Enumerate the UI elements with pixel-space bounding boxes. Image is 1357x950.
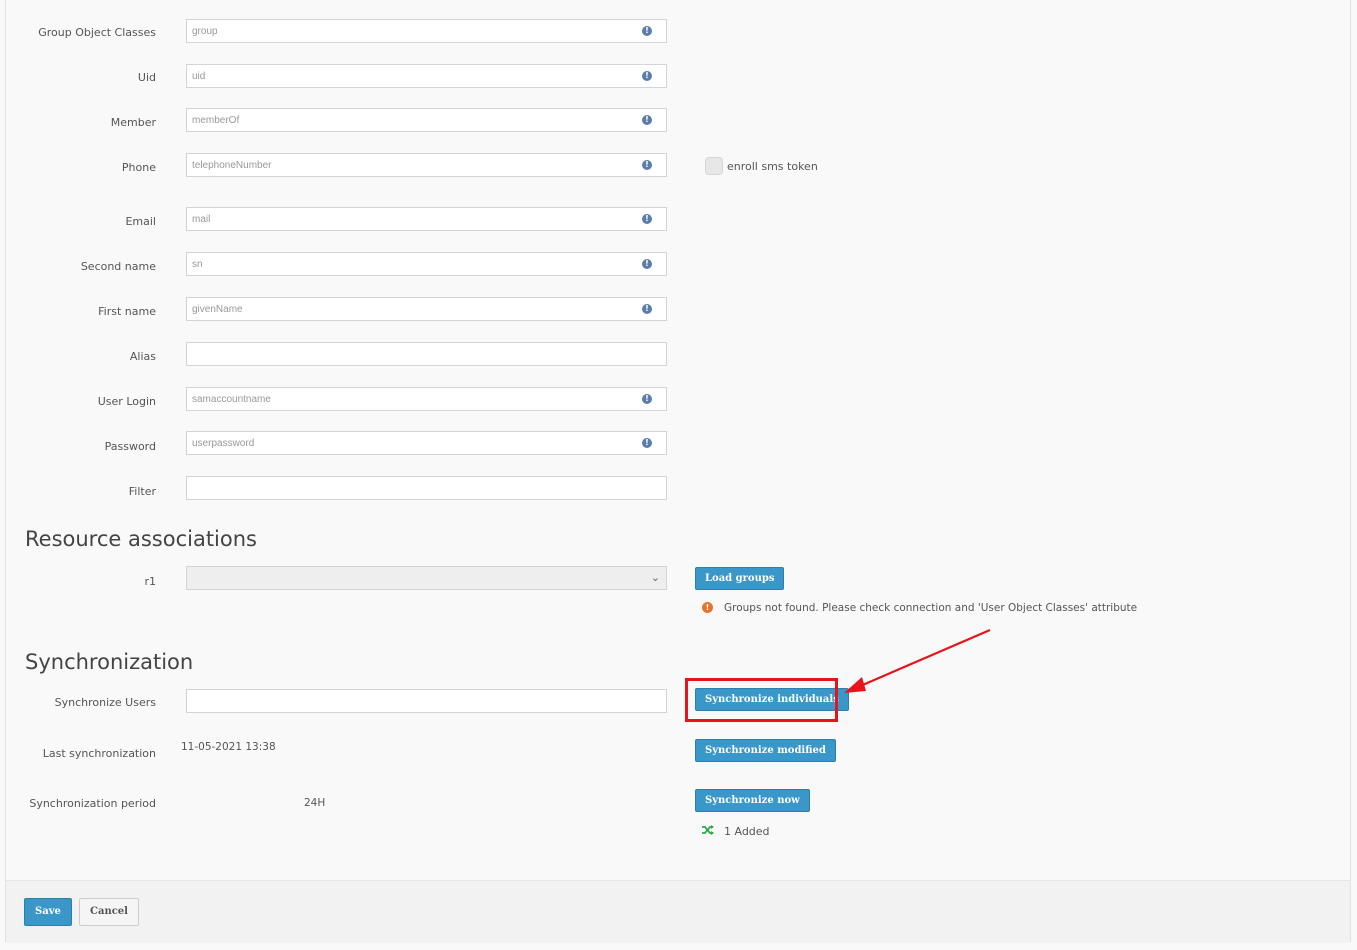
save-button[interactable]: Save <box>24 898 72 926</box>
synchronization-period-label: Synchronization period <box>29 797 156 810</box>
email-input[interactable] <box>186 207 667 231</box>
annotation-arrow <box>844 628 991 693</box>
warning-icon: ! <box>702 602 713 613</box>
password-input[interactable] <box>186 431 667 455</box>
password-label: Password <box>104 440 156 453</box>
info-icon[interactable]: ! <box>642 259 652 269</box>
synchronize-users-input[interactable] <box>186 689 667 713</box>
user-login-input[interactable] <box>186 387 667 411</box>
group-object-classes-label: Group Object Classes <box>38 26 156 39</box>
info-icon[interactable]: ! <box>642 394 652 404</box>
chevron-down-icon: ⌄ <box>650 571 660 584</box>
second-name-label: Second name <box>80 260 156 273</box>
synchronization-heading: Synchronization <box>25 650 194 674</box>
info-icon[interactable]: ! <box>642 115 652 125</box>
uid-input[interactable] <box>186 64 667 88</box>
last-synchronization-value: 11-05-2021 13:38 <box>181 741 276 753</box>
info-icon[interactable]: ! <box>642 214 652 224</box>
synchronization-period-value: 24H <box>304 797 326 809</box>
member-label: Member <box>110 116 156 129</box>
member-input[interactable] <box>186 108 667 132</box>
phone-input[interactable] <box>186 153 667 177</box>
r1-select[interactable]: ⌄ <box>186 566 667 590</box>
user-login-label: User Login <box>97 395 156 408</box>
settings-panel: Group Object Classes ! Uid ! Member ! Ph… <box>5 0 1351 943</box>
synchronize-modified-button[interactable]: Synchronize modified <box>695 739 836 762</box>
info-icon[interactable]: ! <box>642 71 652 81</box>
filter-label: Filter <box>128 485 156 498</box>
info-icon[interactable]: ! <box>642 160 652 170</box>
enroll-sms-label: enroll sms token <box>727 160 818 173</box>
enroll-sms-checkbox[interactable] <box>705 157 723 175</box>
r1-label: r1 <box>144 575 156 588</box>
form-footer: Save Cancel <box>6 880 1350 943</box>
info-icon[interactable]: ! <box>642 304 652 314</box>
synchronize-now-button[interactable]: Synchronize now <box>695 789 810 812</box>
first-name-label: First name <box>98 305 156 318</box>
cancel-button[interactable]: Cancel <box>79 898 139 926</box>
synchronize-users-label: Synchronize Users <box>54 696 156 709</box>
phone-label: Phone <box>121 161 156 174</box>
resource-associations-heading: Resource associations <box>25 527 257 551</box>
load-groups-button[interactable]: Load groups <box>695 567 785 590</box>
info-icon[interactable]: ! <box>642 438 652 448</box>
info-icon[interactable]: ! <box>642 26 652 36</box>
group-object-classes-input[interactable] <box>186 19 667 43</box>
shuffle-icon <box>702 825 714 835</box>
email-label: Email <box>125 215 156 228</box>
filter-input[interactable] <box>186 476 667 500</box>
second-name-input[interactable] <box>186 252 667 276</box>
alias-input[interactable] <box>186 342 667 366</box>
uid-label: Uid <box>137 71 156 84</box>
highlight-box <box>685 678 838 722</box>
groups-warning-text: Groups not found. Please check connectio… <box>724 602 1138 614</box>
last-synchronization-label: Last synchronization <box>42 747 156 760</box>
alias-label: Alias <box>129 350 156 363</box>
sync-result-text: 1 Added <box>724 825 770 838</box>
first-name-input[interactable] <box>186 297 667 321</box>
